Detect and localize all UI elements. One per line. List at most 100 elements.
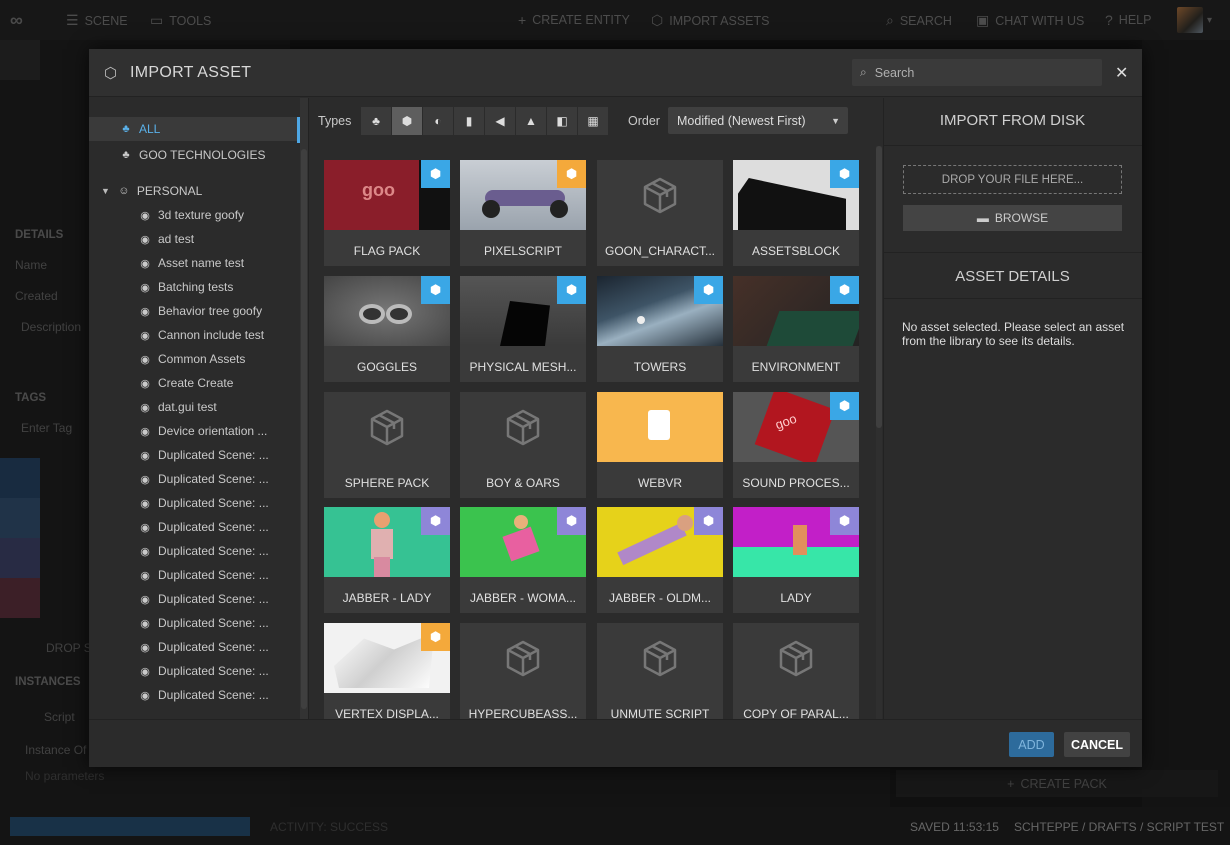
asset-label: PHYSICAL MESH... — [469, 360, 577, 374]
asset-label: ASSETSBLOCK — [751, 244, 841, 258]
tree-item-label: Duplicated Scene: ... — [158, 592, 269, 606]
asset-tile[interactable]: ⬢ JABBER - LADY — [324, 507, 450, 613]
image-icon: ▲ — [525, 114, 537, 128]
asset-tile[interactable]: ⬢ JABBER - WOMA... — [460, 507, 586, 613]
tree-item[interactable]: ◉ Duplicated Scene: ... — [89, 467, 300, 491]
type-filter-button[interactable]: ◀ — [485, 107, 516, 135]
type-filter-button[interactable]: ▮ — [454, 107, 485, 135]
asset-tile[interactable]: SPHERE PACK — [324, 392, 450, 498]
tree-item-label: 3d texture goofy — [158, 208, 245, 222]
type-filter-button[interactable]: ▦ — [578, 107, 609, 135]
asset-tile[interactable]: ⬢ JABBER - OLDM... — [597, 507, 723, 613]
pack-icon: ◉ — [140, 641, 150, 654]
type-filter-button[interactable]: ▲ — [516, 107, 547, 135]
order-select[interactable]: Modified (Newest First) ▼ — [668, 107, 848, 134]
tree-item-label: Duplicated Scene: ... — [158, 616, 269, 630]
pack-icon: ◉ — [140, 593, 150, 606]
tree-item[interactable]: ◉ Create Create — [89, 371, 300, 395]
pack-badge-icon: ⬢ — [557, 160, 586, 188]
tree-item[interactable]: ◉ ad test — [89, 227, 300, 251]
browse-button[interactable]: ▬ BROWSE — [903, 205, 1122, 231]
tree-item[interactable]: ◉ Duplicated Scene: ... — [89, 659, 300, 683]
tree-item[interactable]: ◉ 3d texture goofy — [89, 203, 300, 227]
grid-scrollbar-thumb[interactable] — [876, 146, 882, 428]
cube-icon: ⬡ — [104, 65, 118, 82]
divider — [883, 145, 1142, 146]
material-icon: ◐ — [434, 114, 442, 128]
tree-item[interactable]: ◉ Duplicated Scene: ... — [89, 587, 300, 611]
asset-thumbnail — [597, 160, 723, 230]
asset-search[interactable]: ⌕ — [852, 59, 1102, 86]
asset-label: GOON_CHARACT... — [604, 244, 715, 258]
asset-tile[interactable]: COPY OF PARAL... — [733, 623, 859, 719]
cube-placeholder-icon — [506, 409, 540, 446]
asset-tile[interactable]: ⬢ ENVIRONMENT — [733, 276, 859, 382]
asset-tile[interactable]: UNMUTE SCRIPT — [597, 623, 723, 719]
pack-icon: ◉ — [140, 329, 150, 342]
tree-item[interactable]: ◉ Duplicated Scene: ... — [89, 563, 300, 587]
tree-item[interactable]: ♣ GOO TECHNOLOGIES — [89, 143, 300, 167]
expand-arrow-icon[interactable]: ▼ — [101, 186, 110, 196]
asset-tile[interactable]: ⬢ TOWERS — [597, 276, 723, 382]
pack-badge-icon: ⬢ — [421, 623, 450, 651]
tree-item-label: Duplicated Scene: ... — [158, 544, 269, 558]
asset-tile[interactable]: ⬢ PIXELSCRIPT — [460, 160, 586, 266]
tree-scrollbar-thumb[interactable] — [301, 149, 307, 709]
asset-tile[interactable]: goo ⬢ SOUND PROCES... — [733, 392, 859, 498]
tree-item[interactable]: ◉ Device orientation ... — [89, 419, 300, 443]
asset-thumbnail — [460, 392, 586, 462]
asset-label: JABBER - LADY — [342, 591, 432, 605]
tree-item-label: Duplicated Scene: ... — [158, 496, 269, 510]
tree-item-label: Common Assets — [158, 352, 246, 366]
asset-tile[interactable]: goo ⬢ FLAG PACK — [324, 160, 450, 266]
tree-item[interactable]: ◉ Cannon include test — [89, 323, 300, 347]
tree-item[interactable]: ◉ Duplicated Scene: ... — [89, 515, 300, 539]
tree-item[interactable]: ◉ Duplicated Scene: ... — [89, 443, 300, 467]
asset-tile[interactable]: ⬢ PHYSICAL MESH... — [460, 276, 586, 382]
type-filter-button[interactable]: ♣ — [361, 107, 392, 135]
animation-icon: ◧ — [556, 114, 568, 128]
asset-tile[interactable]: ⬢ GOGGLES — [324, 276, 450, 382]
asset-label: GOGGLES — [356, 360, 418, 374]
asset-tile[interactable]: ⬢ ASSETSBLOCK — [733, 160, 859, 266]
tree-item[interactable]: ◉ Duplicated Scene: ... — [89, 611, 300, 635]
tree-item[interactable]: ◉ Batching tests — [89, 275, 300, 299]
tree-item[interactable]: ♣ ALL — [89, 117, 300, 141]
pack-icon: ◉ — [140, 353, 150, 366]
tree-item-label: dat.gui test — [158, 400, 217, 414]
tree-item[interactable]: ▼ ☺ PERSONAL — [89, 179, 300, 203]
search-input[interactable] — [874, 65, 1085, 80]
tree-item[interactable]: ◉ Duplicated Scene: ... — [89, 491, 300, 515]
pack-icon: ◉ — [140, 305, 150, 318]
asset-tile[interactable]: WEBVR — [597, 392, 723, 498]
asset-thumbnail — [324, 392, 450, 462]
asset-tile[interactable]: ⬢ VERTEX DISPLA... — [324, 623, 450, 719]
animated-badge-icon: ⬢ — [830, 507, 859, 535]
group-icon: ♣ — [122, 149, 130, 161]
texture-icon: ▦ — [587, 114, 599, 128]
add-button[interactable]: ADD — [1009, 732, 1054, 757]
asset-tile[interactable]: HYPERCUBEASS... — [460, 623, 586, 719]
file-drop-zone[interactable]: DROP YOUR FILE HERE... — [903, 165, 1122, 194]
close-icon[interactable]: ✕ — [1115, 63, 1128, 83]
tree-item[interactable]: ◉ Asset name test — [89, 251, 300, 275]
tree-item[interactable]: ◉ Common Assets — [89, 347, 300, 371]
type-filter-button[interactable]: ⬢ — [392, 107, 423, 135]
tree-item[interactable]: ◉ Duplicated Scene: ... — [89, 539, 300, 563]
tree-item[interactable]: ◉ Duplicated Scene: ... — [89, 683, 300, 707]
asset-tile[interactable]: GOON_CHARACT... — [597, 160, 723, 266]
tree-item-label: Create Create — [158, 376, 234, 390]
cancel-button[interactable]: CANCEL — [1064, 732, 1130, 757]
tree-item[interactable]: ◉ Duplicated Scene: ... — [89, 635, 300, 659]
asset-grid: goo ⬢ FLAG PACK ⬢ PIXELSCRIPT GOON_CHARACT...… — [309, 146, 883, 719]
script-icon: ▮ — [465, 114, 473, 128]
tree-item-label: Duplicated Scene: ... — [158, 688, 269, 702]
tree-item-label: Duplicated Scene: ... — [158, 664, 269, 678]
pack-icon: ◉ — [140, 473, 150, 486]
asset-tile[interactable]: ⬢ LADY — [733, 507, 859, 613]
type-filter-button[interactable]: ◐ — [423, 107, 454, 135]
asset-tile[interactable]: BOY & OARS — [460, 392, 586, 498]
tree-item[interactable]: ◉ Behavior tree goofy — [89, 299, 300, 323]
type-filter-button[interactable]: ◧ — [547, 107, 578, 135]
tree-item[interactable]: ◉ dat.gui test — [89, 395, 300, 419]
